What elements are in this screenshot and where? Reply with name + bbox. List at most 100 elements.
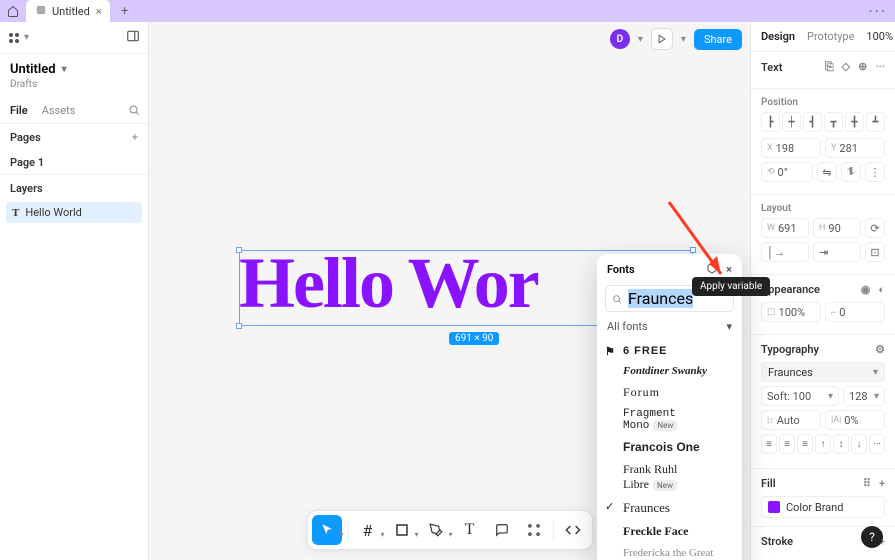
tab-assets[interactable]: Assets xyxy=(42,104,76,117)
tab-design[interactable]: Design xyxy=(761,30,795,43)
text-tool[interactable]: T xyxy=(455,515,485,545)
file-location[interactable]: Drafts xyxy=(0,79,148,98)
avatar[interactable]: D xyxy=(610,29,630,49)
search-icon[interactable] xyxy=(128,104,140,119)
apply-variable-button[interactable] xyxy=(706,262,718,277)
resize-handle[interactable] xyxy=(690,247,696,253)
font-filter-dropdown[interactable]: All fonts ▾ xyxy=(605,316,734,337)
zoom-dropdown[interactable]: 100%▾ xyxy=(866,30,895,43)
align-vcenter-button[interactable]: ╋ xyxy=(845,112,864,132)
close-icon[interactable]: × xyxy=(726,263,732,276)
chevron-down-icon[interactable]: ▾ xyxy=(681,34,686,45)
flip-h-button[interactable]: ⇋ xyxy=(817,162,837,182)
fonts-panel: Fonts × Fraunces All fonts ▾ 6 FREEFontd… xyxy=(597,254,742,560)
style-icon[interactable]: ⠿ xyxy=(863,477,871,490)
toolbar: ▾ #▾ ▾ ▾ T xyxy=(306,510,592,550)
visibility-icon[interactable]: ◉ xyxy=(861,283,871,296)
align-top-button[interactable]: ┳ xyxy=(824,112,843,132)
chevron-down-icon[interactable]: ▾ xyxy=(638,34,643,45)
tab-file[interactable]: File xyxy=(10,104,28,117)
tab-prototype[interactable]: Prototype xyxy=(807,30,854,43)
add-page-button[interactable]: + xyxy=(132,131,138,144)
new-badge: New xyxy=(653,420,677,431)
text-align-top[interactable]: ↑ xyxy=(815,434,831,454)
opacity-field[interactable]: ▢100% xyxy=(761,302,821,322)
type-settings-icon[interactable]: ⚙ xyxy=(875,343,885,356)
resize-handle[interactable] xyxy=(236,323,242,329)
present-button[interactable] xyxy=(651,28,673,50)
file-name[interactable]: Untitled ▾ xyxy=(10,62,138,77)
line-height-value: Auto xyxy=(777,414,800,427)
stroke-label: Stroke xyxy=(761,535,793,548)
more-layout-button[interactable]: ⊡ xyxy=(865,242,885,262)
file-tab[interactable]: Untitled × xyxy=(26,0,110,22)
text-align-center[interactable]: ≡ xyxy=(779,434,795,454)
rotation-field[interactable]: ⟲0° xyxy=(761,162,813,182)
more-transform-button[interactable]: ⋮ xyxy=(865,162,885,182)
font-option[interactable]: Frank Ruhl LibreNew xyxy=(597,458,742,496)
font-family-dropdown[interactable]: Fraunces ▾ xyxy=(761,362,885,382)
app-menu-icon[interactable]: ··· xyxy=(868,2,887,21)
layer-item[interactable]: T Hello World xyxy=(6,202,142,223)
font-option[interactable]: Freckle Face xyxy=(597,520,742,543)
font-option[interactable]: Francois One xyxy=(597,436,742,458)
constrain-button[interactable]: ⟳ xyxy=(865,218,885,238)
collapse-panel-icon[interactable] xyxy=(126,28,140,47)
line-height-field[interactable]: |↕Auto xyxy=(761,410,821,430)
font-option[interactable]: 6 FREE xyxy=(597,341,742,361)
file-name-label: Untitled xyxy=(10,62,56,77)
align-hcenter-button[interactable]: ┿ xyxy=(782,112,801,132)
font-option[interactable]: Fredericka the Great xyxy=(597,543,742,560)
fill-color-row[interactable]: Color Brand xyxy=(761,496,885,518)
page-item[interactable]: Page 1 xyxy=(0,151,148,174)
share-button[interactable]: Share xyxy=(694,29,742,50)
font-size-field[interactable]: 128▾ xyxy=(843,386,885,406)
font-option[interactable]: Fraunces xyxy=(597,496,742,520)
help-button[interactable]: ? xyxy=(861,526,883,548)
new-tab-button[interactable]: + xyxy=(114,4,136,19)
home-button[interactable] xyxy=(0,0,26,22)
text-align-bottom[interactable]: ↓ xyxy=(851,434,867,454)
resize-handle[interactable] xyxy=(236,247,242,253)
font-option[interactable]: Fragment MonoNew xyxy=(597,404,742,436)
component-icon[interactable]: ◇ xyxy=(842,60,850,74)
corner-field[interactable]: ⌐0 xyxy=(825,302,885,322)
corner-value: 0 xyxy=(839,306,845,319)
align-left-button[interactable]: ┣ xyxy=(761,112,780,132)
close-tab-icon[interactable]: × xyxy=(96,5,102,18)
font-option[interactable]: Forum xyxy=(597,381,742,404)
text-more[interactable]: ··· xyxy=(869,434,885,454)
text-align-right[interactable]: ≡ xyxy=(797,434,813,454)
flip-v-button[interactable]: ⥮ xyxy=(841,162,861,182)
y-value: 281 xyxy=(839,142,858,155)
width-field[interactable]: W691 xyxy=(761,218,809,238)
frame-tool[interactable]: # xyxy=(352,515,382,545)
position-label: Position xyxy=(761,97,885,108)
comment-tool[interactable] xyxy=(487,515,517,545)
main-menu-button[interactable]: ▾ xyxy=(8,32,29,44)
link-icon[interactable]: ⎘ xyxy=(825,60,834,74)
font-weight-dropdown[interactable]: Soft: 100▾ xyxy=(761,386,839,406)
font-option[interactable]: Fontdiner Swanky xyxy=(597,361,742,381)
settings-icon[interactable]: ⊕ xyxy=(858,60,867,74)
blend-icon[interactable]: ◐ xyxy=(878,283,885,296)
height-field[interactable]: H90 xyxy=(813,218,861,238)
resize-mode[interactable]: │→ xyxy=(761,242,809,262)
text-align-left[interactable]: ≡ xyxy=(761,434,777,454)
add-fill-button[interactable]: + xyxy=(879,477,885,490)
actions-tool[interactable] xyxy=(519,515,549,545)
text-resize-mode[interactable]: ⇥ xyxy=(813,242,861,262)
align-right-button[interactable]: ┫ xyxy=(803,112,822,132)
more-icon[interactable]: ··· xyxy=(875,60,885,74)
text-align-middle[interactable]: ↕ xyxy=(833,434,849,454)
zoom-value: 100% xyxy=(866,30,893,43)
move-tool[interactable] xyxy=(311,515,341,545)
x-field[interactable]: X198 xyxy=(761,138,821,158)
pen-tool[interactable] xyxy=(421,515,451,545)
shape-tool[interactable] xyxy=(387,515,417,545)
letter-spacing-field[interactable]: |A|0% xyxy=(825,410,885,430)
align-bottom-button[interactable]: ┻ xyxy=(866,112,885,132)
dev-mode-toggle[interactable] xyxy=(558,515,588,545)
font-family-value: Fraunces xyxy=(768,366,813,379)
y-field[interactable]: Y281 xyxy=(825,138,885,158)
